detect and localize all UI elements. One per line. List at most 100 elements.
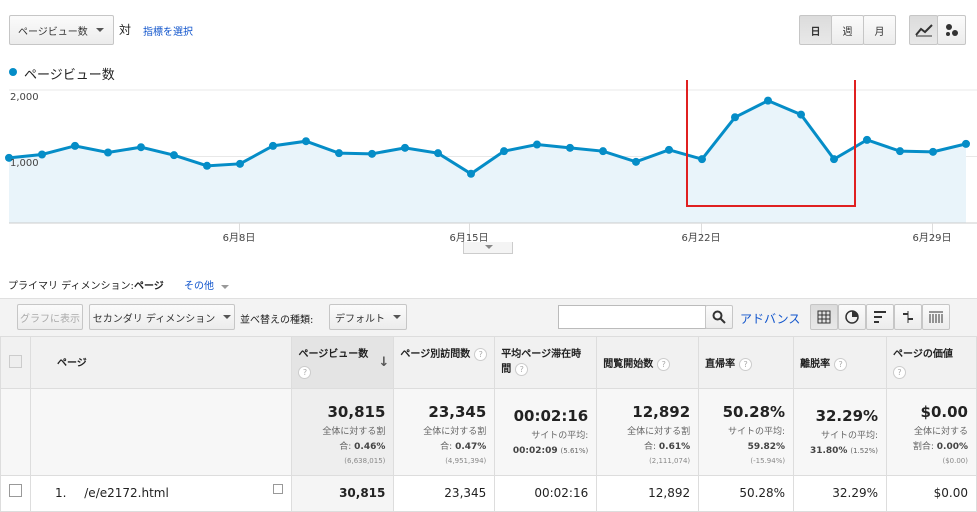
metric-select-label: ページビュー数 — [18, 26, 88, 38]
vs-label: 対 — [119, 23, 132, 37]
total-bounce: 50.28% サイトの平均: 59.82% (-15.94%) — [698, 388, 795, 476]
row-checkbox[interactable] — [8, 484, 22, 497]
help-icon[interactable]: ? — [834, 358, 848, 371]
data-point — [38, 150, 46, 159]
help-icon[interactable]: ? — [893, 366, 907, 379]
view-performance-button[interactable] — [866, 304, 894, 330]
view-pivot-button[interactable] — [922, 304, 950, 330]
column-header-value[interactable]: ページの価値? — [886, 336, 977, 389]
sort-type-select[interactable]: デフォルト — [329, 304, 407, 330]
row-select-cell — [0, 475, 31, 512]
totals-row: 30,815 全体に対する割 合: 0.46% (6,638,015) 23,34… — [0, 388, 977, 476]
help-icon[interactable]: ? — [657, 358, 671, 371]
column-header-pageviews[interactable]: ページビュー数? ↓ — [291, 336, 395, 389]
data-point — [566, 143, 574, 152]
period-month-button[interactable]: 月 — [863, 15, 896, 45]
data-point — [434, 149, 442, 158]
column-header-unique[interactable]: ページ別訪問数? — [393, 336, 496, 389]
column-header-bounce[interactable]: 直帰率? — [698, 336, 795, 389]
data-point — [698, 155, 706, 164]
total-value: 32.29% — [815, 407, 879, 425]
cell-entrances: 12,892 — [596, 475, 700, 512]
data-point — [764, 96, 772, 105]
table-row[interactable]: 1. /e/e2172.html 30,815 23,345 00:02:16 … — [0, 475, 977, 512]
column-header-label: ページビュー数 — [298, 349, 369, 360]
total-tiny: (6,638,015) — [344, 457, 386, 465]
sort-down-arrow-icon: ↓ — [378, 355, 390, 370]
pie-chart-icon — [845, 310, 859, 324]
motion-chart-button[interactable] — [937, 15, 966, 45]
total-tiny: (4,951,394) — [445, 457, 487, 465]
data-point — [599, 147, 607, 156]
data-point — [104, 148, 112, 157]
total-note: 全体に対する割 合: 0.61% — [627, 427, 691, 452]
column-header-label: ページの価値 — [893, 349, 953, 360]
data-point — [863, 135, 871, 144]
column-header-entrances[interactable]: 閲覧開始数? — [596, 336, 700, 389]
column-header-avg-time[interactable]: 平均ページ滞在時間? — [494, 336, 598, 389]
data-point — [665, 145, 673, 154]
select-all-checkbox[interactable] — [8, 355, 22, 368]
data-point — [335, 149, 343, 158]
column-header-exit[interactable]: 離脱率? — [793, 336, 888, 389]
chevron-down-icon — [221, 285, 230, 289]
data-point — [302, 137, 310, 146]
secondary-dimension-label: セカンダリ ディメンション — [92, 313, 216, 325]
pivot-icon — [929, 311, 943, 323]
view-pie-button[interactable] — [838, 304, 866, 330]
x-tick-label: 6月8日 — [222, 233, 256, 244]
select-all-cell — [0, 336, 31, 389]
select-metric-link[interactable]: 指標を選択 — [143, 23, 193, 38]
total-note: サイトの平均: 00:02:09 (5.61%) — [512, 431, 589, 456]
data-point — [929, 147, 937, 156]
total-note: 全体に対する割 合: 0.47% — [423, 427, 487, 452]
external-link-icon[interactable] — [273, 484, 284, 494]
chevron-down-icon — [95, 28, 104, 32]
secondary-dimension-select[interactable]: セカンダリ ディメンション — [89, 304, 235, 330]
total-value: 23,345 — [428, 403, 487, 421]
advanced-link[interactable]: アドバンス — [740, 310, 800, 327]
data-point — [203, 161, 211, 170]
total-tiny: (-15.94%) — [750, 457, 786, 465]
period-day-button[interactable]: 日 — [799, 15, 832, 45]
column-header-label: ページ — [56, 358, 87, 369]
column-header-page[interactable]: ページ — [29, 336, 293, 389]
totals-empty-cell — [0, 388, 31, 476]
comparison-icon — [903, 311, 913, 323]
primary-dimension-selected: ページ — [134, 281, 164, 292]
total-note: サイトの平均: 31.80% (1.52%) — [809, 431, 879, 456]
plot-rows-button[interactable]: グラフに表示 — [17, 304, 83, 330]
column-header-label: 離脱率 — [800, 359, 831, 370]
help-icon[interactable]: ? — [515, 363, 529, 376]
bubble-chart-icon — [945, 24, 958, 36]
metric-select[interactable]: ページビュー数 — [9, 15, 114, 45]
table-header-row: ページ ページビュー数? ↓ ページ別訪問数? 平均ページ滞在時間? 閲覧開始数?… — [0, 336, 977, 389]
data-point — [71, 141, 79, 150]
help-icon[interactable]: ? — [474, 348, 488, 361]
data-point — [467, 169, 475, 178]
total-value: $0.00 — [920, 403, 968, 421]
y-tick-label: 2,000 — [10, 92, 39, 103]
view-comparison-button[interactable] — [894, 304, 922, 330]
x-tick-label: 6月29日 — [912, 233, 952, 244]
search-button[interactable] — [705, 305, 733, 329]
line-chart-button[interactable] — [909, 15, 938, 45]
total-note: 全体に対する割 合: 0.46% — [322, 427, 386, 452]
help-icon[interactable]: ? — [739, 358, 753, 371]
total-note: サイトの平均: 59.82% — [728, 427, 786, 452]
search-input[interactable] — [558, 305, 706, 329]
period-week-button[interactable]: 週 — [831, 15, 864, 45]
data-point — [401, 143, 409, 152]
cell-bounce: 50.28% — [698, 475, 795, 512]
data-point — [269, 141, 277, 150]
chart-resize-handle[interactable] — [463, 242, 513, 254]
page-link[interactable]: /e/e2172.html — [84, 486, 169, 500]
column-header-label: 平均ページ滞在時間 — [501, 349, 582, 375]
view-table-button[interactable] — [810, 304, 838, 330]
column-header-label: 閲覧開始数 — [603, 359, 654, 370]
row-number: 1. — [54, 486, 67, 500]
data-point — [962, 139, 970, 148]
cell-unique: 23,345 — [393, 475, 496, 512]
help-icon[interactable]: ? — [298, 366, 312, 379]
other-dimension-link[interactable]: その他 — [184, 277, 230, 292]
